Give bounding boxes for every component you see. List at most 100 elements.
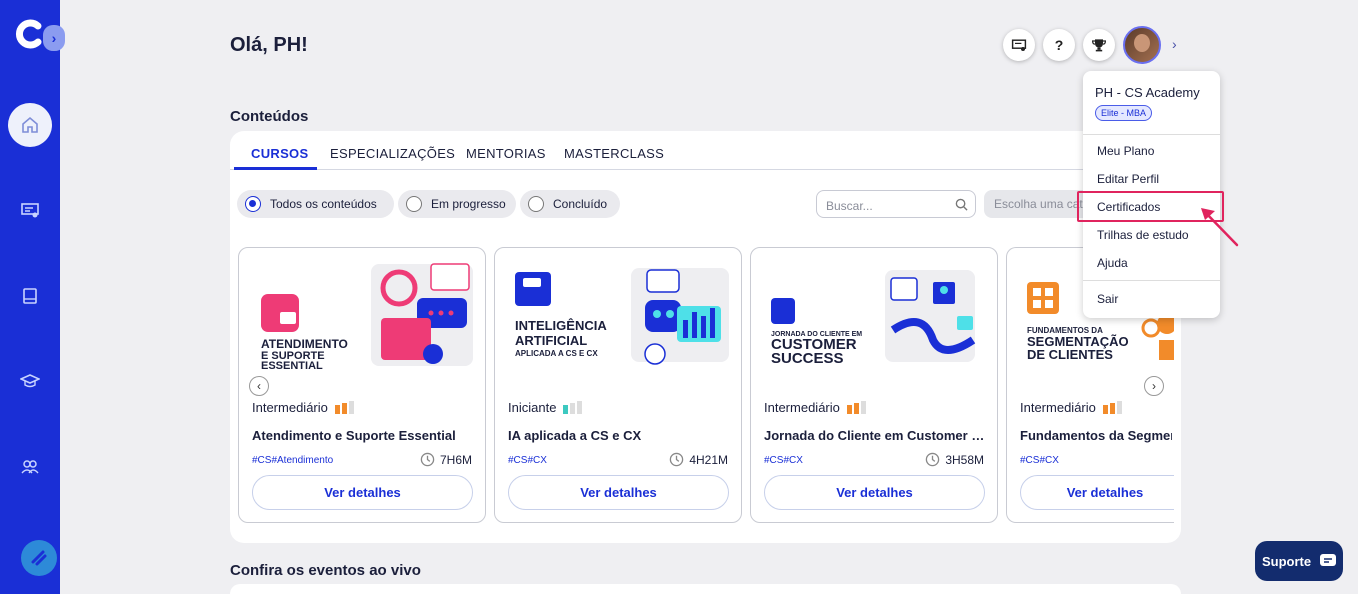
- chevron-left-icon: ‹: [257, 379, 261, 393]
- active-tab-indicator: [234, 167, 317, 170]
- tab-mentorias[interactable]: MENTORIAS: [466, 146, 546, 161]
- logo-icon: [16, 19, 42, 49]
- course-duration: 4H21M: [669, 452, 728, 467]
- tab-masterclass[interactable]: MASTERCLASS: [564, 146, 664, 161]
- level-label: Intermediário: [1020, 400, 1096, 415]
- view-details-button[interactable]: Ver detalhes: [1020, 475, 1174, 510]
- clock-icon: [670, 452, 684, 467]
- annotation-arrow-icon: [1201, 208, 1239, 247]
- course-title: Atendimento e Suporte Essential: [252, 428, 456, 443]
- thumbnail-text: ESSENTIAL: [261, 360, 323, 370]
- course-thumbnail: JORNADA DO CLIENTE EM CUSTOMER SUCCESS: [771, 270, 976, 367]
- sidebar-item-library[interactable]: [8, 274, 52, 318]
- sidebar-item-home[interactable]: [8, 103, 52, 147]
- user-name: PH - CS Academy: [1095, 85, 1200, 100]
- level-label: Intermediário: [252, 400, 328, 415]
- level-label: Iniciante: [508, 400, 557, 415]
- certificate-icon: [1011, 39, 1027, 51]
- level-label: Intermediário: [764, 400, 840, 415]
- certificate-shortcut-button[interactable]: [1003, 29, 1035, 61]
- view-details-button[interactable]: Ver detalhes: [764, 475, 985, 510]
- thumbnail-text: APLICADA A CS E CX: [515, 349, 598, 358]
- badge-icon: [31, 550, 47, 566]
- sidebar-item-badge[interactable]: [21, 540, 57, 576]
- course-tags: #CS#CX: [1020, 455, 1059, 466]
- thumbnail-text: ATENDIMENTO: [261, 337, 348, 351]
- thumbnail-text: DE CLIENTES: [1027, 347, 1113, 362]
- course-tags: #CS#CX: [508, 455, 547, 466]
- radio[interactable]: [406, 196, 422, 212]
- sidebar-item-courses[interactable]: [8, 359, 52, 403]
- course-level: Iniciante: [508, 400, 583, 415]
- menu-item-ajuda[interactable]: Ajuda: [1097, 256, 1128, 270]
- filter-completed[interactable]: Concluído: [520, 190, 620, 218]
- course-tags: #CS#Atendimento: [252, 455, 334, 466]
- course-card[interactable]: ATENDIMENTO E SUPORTE ESSENTIAL ‹ Interm…: [238, 247, 486, 523]
- course-title: Fundamentos da Segmentação de Clientes: [1020, 428, 1172, 443]
- book-icon: [23, 288, 37, 304]
- course-level: Intermediário: [252, 400, 354, 415]
- level-bars-icon: [1102, 401, 1122, 414]
- filter-label: Em progresso: [431, 197, 506, 211]
- tab-cursos[interactable]: CURSOS: [251, 146, 308, 161]
- radio-selected[interactable]: [245, 196, 261, 212]
- sidebar-expand-button[interactable]: ›: [43, 25, 65, 51]
- menu-item-trilhas[interactable]: Trilhas de estudo: [1097, 228, 1189, 242]
- menu-divider: [1083, 134, 1220, 135]
- avatar[interactable]: [1123, 26, 1161, 64]
- chat-icon: [1320, 554, 1337, 566]
- course-card[interactable]: JORNADA DO CLIENTE EM CUSTOMER SUCCESS I…: [750, 247, 998, 523]
- tab-especializacoes[interactable]: ESPECIALIZAÇÕES: [330, 146, 455, 161]
- support-button[interactable]: Suporte: [1255, 541, 1343, 581]
- level-bars-icon: [334, 401, 354, 414]
- certificate-icon: [21, 203, 39, 218]
- course-duration: 7H6M: [420, 452, 472, 467]
- greeting: Olá, PH!: [230, 34, 308, 56]
- section-title-contents: Conteúdos: [230, 108, 309, 125]
- contents-panel: CURSOS ESPECIALIZAÇÕES MENTORIAS MASTERC…: [230, 131, 1181, 543]
- duration-text: 4H21M: [689, 452, 728, 467]
- chevron-right-icon[interactable]: ›: [1172, 36, 1177, 52]
- menu-item-meu-plano[interactable]: Meu Plano: [1097, 144, 1154, 158]
- course-duration: 3H58M: [925, 452, 984, 467]
- sidebar-item-community[interactable]: [8, 445, 52, 489]
- duration-text: 7H6M: [439, 452, 472, 467]
- course-title: IA aplicada a CS e CX: [508, 428, 642, 443]
- view-details-button[interactable]: Ver detalhes: [252, 475, 473, 510]
- sidebar: ›: [0, 0, 65, 594]
- course-thumbnail: INTELIGÊNCIA ARTIFICIAL APLICADA A CS E …: [515, 268, 729, 365]
- trophy-icon: [1091, 39, 1107, 52]
- course-thumbnail: ATENDIMENTO E SUPORTE ESSENTIAL: [261, 263, 473, 370]
- course-level: Intermediário: [1020, 400, 1122, 415]
- sidebar-item-certificates[interactable]: [8, 188, 52, 232]
- level-bars-icon: [563, 401, 583, 414]
- carousel-next-button[interactable]: ›: [1144, 376, 1164, 396]
- home-icon: [22, 116, 38, 133]
- radio[interactable]: [528, 196, 544, 212]
- help-button[interactable]: ?: [1043, 29, 1075, 61]
- duration-text: 3H58M: [945, 452, 984, 467]
- search-input[interactable]: Buscar...: [816, 190, 976, 218]
- course-tags: #CS#CX: [764, 455, 803, 466]
- thumbnail-text: INTELIGÊNCIA: [515, 318, 607, 333]
- clock-icon: [420, 452, 435, 467]
- course-title: Jornada do Cliente em Customer Success: [764, 428, 989, 443]
- search-icon: [955, 198, 968, 211]
- carousel-prev-button[interactable]: ‹: [249, 376, 269, 396]
- menu-item-editar-perfil[interactable]: Editar Perfil: [1097, 172, 1159, 186]
- filter-in-progress[interactable]: Em progresso: [398, 190, 516, 218]
- thumbnail-text: SUCCESS: [771, 350, 844, 367]
- events-panel: [230, 584, 1181, 594]
- filter-label: Concluído: [553, 197, 608, 211]
- menu-item-sair[interactable]: Sair: [1097, 292, 1118, 306]
- filter-label: Todos os conteúdos: [270, 197, 377, 211]
- course-card[interactable]: INTELIGÊNCIA ARTIFICIAL APLICADA A CS E …: [494, 247, 742, 523]
- filter-all[interactable]: Todos os conteúdos: [237, 190, 394, 218]
- users-icon: [21, 460, 39, 474]
- question-icon: ?: [1054, 37, 1064, 53]
- achievements-button[interactable]: [1083, 29, 1115, 61]
- course-level: Intermediário: [764, 400, 866, 415]
- view-details-button[interactable]: Ver detalhes: [508, 475, 729, 510]
- support-label: Suporte: [1262, 553, 1312, 569]
- search-placeholder: Buscar...: [826, 199, 873, 213]
